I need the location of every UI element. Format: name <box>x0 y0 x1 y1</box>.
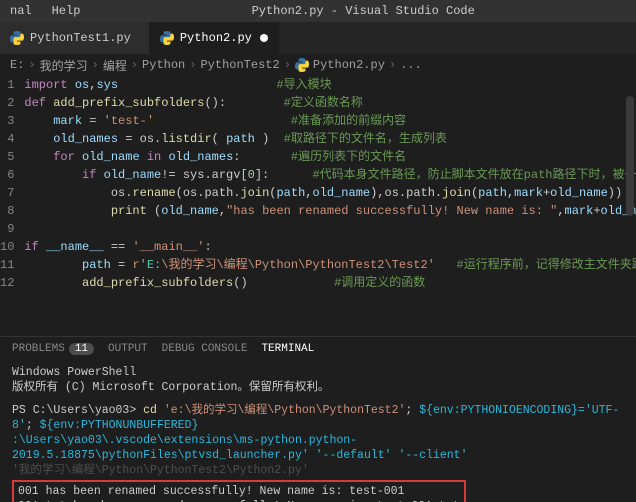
menu-bar: nal Help Python2.py - Visual Studio Code <box>0 0 636 22</box>
bottom-panel: PROBLEMS11 OUTPUT DEBUG CONSOLE TERMINAL… <box>0 336 636 502</box>
breadcrumb-item[interactable]: PythonTest2 <box>200 58 279 72</box>
terminal-line: 版权所有 (C) Microsoft Corporation。保留所有权利。 <box>12 380 624 395</box>
tab-output[interactable]: OUTPUT <box>108 343 148 355</box>
chevron-right-icon: › <box>389 58 396 72</box>
window-title: Python2.py - Visual Studio Code <box>90 4 636 18</box>
editor-tabs: PythonTest1.py Python2.py <box>0 22 636 54</box>
breadcrumb-item[interactable]: Python <box>142 58 185 72</box>
breadcrumb-item[interactable]: 编程 <box>103 57 127 74</box>
breadcrumb-item[interactable]: E: <box>10 58 24 72</box>
chevron-right-icon: › <box>189 58 196 72</box>
breadcrumb-item[interactable]: 我的学习 <box>40 57 88 74</box>
line-number-gutter: 123456789101112 <box>0 76 24 336</box>
terminal-line: PS C:\Users\yao03> cd 'e:\我的学习\编程\Python… <box>12 403 624 433</box>
code-content[interactable]: import os,sys #导入模块def add_prefix_subfol… <box>24 76 636 336</box>
breadcrumb[interactable]: E: › 我的学习 › 编程 › Python › PythonTest2 › Pytho… <box>0 54 636 76</box>
terminal-line: :\Users\yao03\.vscode\extensions\ms-pyth… <box>12 433 624 463</box>
breadcrumb-item[interactable]: ... <box>400 58 422 72</box>
chevron-right-icon: › <box>284 58 291 72</box>
terminal-content[interactable]: Windows PowerShell 版权所有 (C) Microsoft Co… <box>0 361 636 502</box>
scrollbar-thumb[interactable] <box>626 96 634 216</box>
code-editor[interactable]: 123456789101112 import os,sys #导入模块def a… <box>0 76 636 336</box>
highlighted-output: 001 has been renamed successfully! New n… <box>12 480 466 502</box>
tab-debug-console[interactable]: DEBUG CONSOLE <box>162 343 248 355</box>
tab-problems[interactable]: PROBLEMS11 <box>12 343 94 355</box>
terminal-line: '我的学习\编程\Python\PythonTest2\Python2.py' <box>12 463 624 478</box>
chevron-right-icon: › <box>28 58 35 72</box>
terminal-output-line: 001 has been renamed successfully! New n… <box>18 484 460 499</box>
chevron-right-icon: › <box>131 58 138 72</box>
tab-terminal[interactable]: TERMINAL <box>261 343 314 355</box>
chevron-right-icon: › <box>92 58 99 72</box>
problems-badge: 11 <box>69 343 94 355</box>
panel-tabs: PROBLEMS11 OUTPUT DEBUG CONSOLE TERMINAL <box>0 337 636 361</box>
dirty-indicator-icon[interactable] <box>260 34 268 42</box>
terminal-line: Windows PowerShell <box>12 365 624 380</box>
menu-item-help[interactable]: Help <box>42 4 91 18</box>
tab-python2[interactable]: Python2.py <box>150 22 279 54</box>
python-file-icon <box>160 31 174 45</box>
tab-label: PythonTest1.py <box>30 31 131 45</box>
tab-pythontest1[interactable]: PythonTest1.py <box>0 22 150 54</box>
python-file-icon <box>10 31 24 45</box>
breadcrumb-item[interactable]: Python2.py <box>313 58 385 72</box>
menu-item-terminal[interactable]: nal <box>0 4 42 18</box>
python-file-icon <box>295 58 309 72</box>
tab-label: Python2.py <box>180 31 252 45</box>
